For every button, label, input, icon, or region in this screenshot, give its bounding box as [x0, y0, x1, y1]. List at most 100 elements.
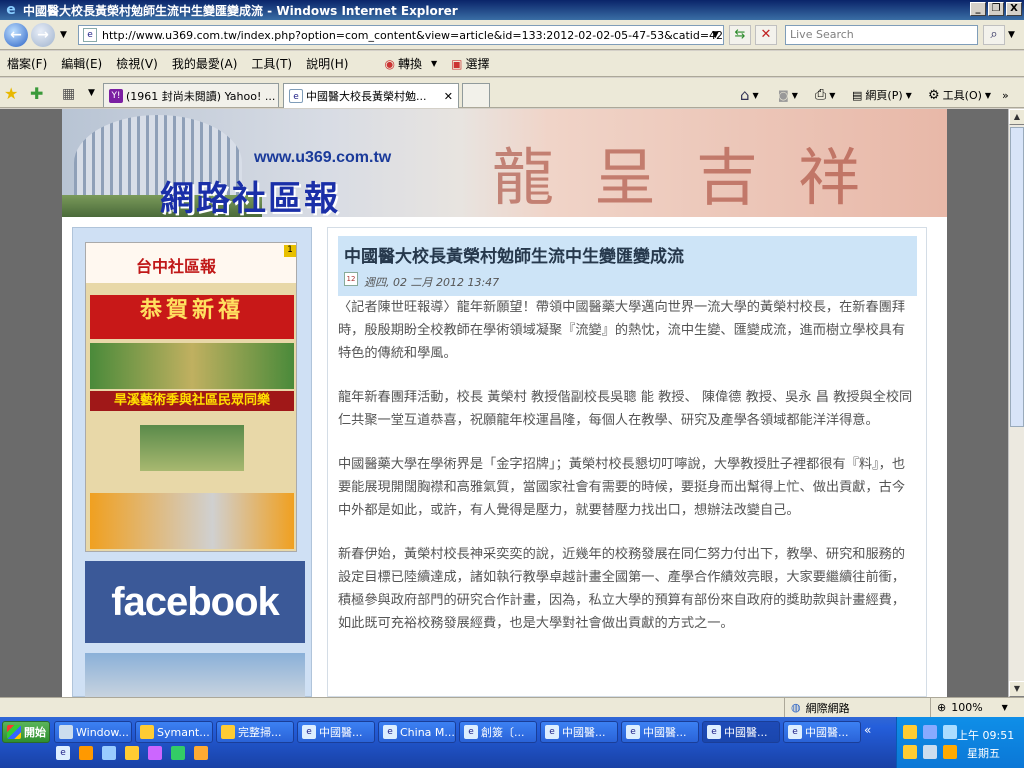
select-button[interactable]: ▣ 選擇 [444, 55, 496, 72]
refresh-button[interactable]: ⇆ [729, 25, 751, 45]
close-tab-icon[interactable]: ✕ [444, 90, 453, 103]
more-commands-icon[interactable]: » [1002, 85, 1009, 105]
feeds-button[interactable]: ◙ ▼ [778, 85, 798, 105]
security-icon[interactable] [903, 745, 917, 759]
menu-favorites[interactable]: 我的最愛(A) [165, 55, 245, 72]
printer-icon: ⎙ [815, 87, 827, 103]
convert-button[interactable]: ◉ 轉換 ▼ [377, 55, 444, 72]
search-input[interactable]: Live Search [785, 25, 978, 45]
tab-list-dropdown-icon[interactable]: ▼ [88, 88, 95, 98]
scroll-up-icon[interactable]: ▲ [1009, 109, 1024, 125]
article-paragraph: 中國醫藥大學在學術界是「金字招牌」；黃榮村校長懇切叮嚀說，大學教授肚子裡都很有『… [338, 457, 906, 518]
performance-photo [140, 425, 244, 471]
tools-menu-button[interactable]: ⚙ 工具(O) ▼ [928, 85, 991, 105]
taskbar-item[interactable]: 完整掃... [216, 721, 294, 743]
ie-icon: e [545, 725, 559, 739]
update-icon[interactable] [943, 745, 957, 759]
add-favorite-icon[interactable]: ✚ [30, 84, 43, 103]
print-button[interactable]: ⎙ ▼ [815, 85, 835, 105]
menu-view[interactable]: 檢視(V) [109, 55, 165, 72]
window-title-bar[interactable]: e 中國醫大校長黃榮村勉師生流中生變匯變成流 - Windows Interne… [0, 0, 1024, 20]
restore-button[interactable]: ❐ [988, 2, 1004, 16]
taskbar-overflow-icon[interactable]: « [864, 723, 894, 741]
input-method-icon[interactable] [923, 745, 937, 759]
new-tab-button[interactable] [462, 83, 490, 107]
taskbar-item[interactable]: e China M... [378, 721, 456, 743]
forward-arrow-icon: → [37, 27, 49, 43]
page-menu-label: 網頁(P) [865, 89, 903, 102]
messenger-icon[interactable] [125, 746, 139, 760]
search-button[interactable]: ⌕ [983, 25, 1005, 45]
site-url: www.u369.com.tw [254, 149, 392, 166]
stop-button[interactable]: ✕ [755, 25, 777, 45]
facebook-banner[interactable]: facebook [85, 561, 305, 643]
favorites-star-icon[interactable]: ★ [4, 84, 18, 103]
ads-strip [90, 493, 294, 549]
newspaper-cover[interactable]: 台中社區報 1 恭賀新禧 旱溪藝術季與社區民眾同樂 [85, 242, 297, 552]
select-icon: ▣ [451, 56, 463, 71]
minimize-button[interactable]: _ [970, 2, 986, 16]
address-field[interactable]: e http://www.u369.com.tw/index.php?optio… [78, 25, 724, 45]
app-shortcut-icon[interactable] [171, 746, 185, 760]
media-player-icon[interactable] [148, 746, 162, 760]
app-shortcut-icon[interactable] [194, 746, 208, 760]
taskbar-item[interactable]: Window... [54, 721, 132, 743]
tab-bar: ★ ✚ ▦ ▼ Y! (1961 封尚未閱讀) Yahoo! ... e 中國醫… [0, 78, 1024, 108]
taskbar-item-label: 中國醫... [724, 726, 768, 739]
taskbar-item-label: Window... [76, 725, 129, 739]
ie-icon: e [302, 725, 316, 739]
menu-help[interactable]: 說明(H) [299, 55, 355, 72]
site-banner[interactable]: www.u369.com.tw 網路社區報 龍呈吉祥 [62, 109, 947, 217]
taskbar-item[interactable]: e 中國醫... [540, 721, 618, 743]
taskbar-item-label: Symant... [157, 725, 210, 739]
shield-icon[interactable] [903, 725, 917, 739]
search-options-icon[interactable]: ▼ [1008, 30, 1015, 40]
taskbar-item-label: 中國醫... [643, 726, 687, 739]
menu-edit[interactable]: 編輯(E) [54, 55, 109, 72]
network-icon[interactable] [923, 725, 937, 739]
menu-file[interactable]: 檔案(F) [0, 55, 54, 72]
taskbar-item[interactable]: e 中國醫... [621, 721, 699, 743]
forward-button[interactable]: → [31, 23, 55, 47]
close-button[interactable]: X [1006, 2, 1022, 16]
ie-icon: e [626, 725, 640, 739]
home-button[interactable]: ⌂ ▼ [740, 85, 759, 105]
taskbar-item[interactable]: Symant... [135, 721, 213, 743]
ie-page-icon: e [289, 89, 303, 103]
ie-icon[interactable]: e [56, 746, 70, 760]
refresh-icon: ⇆ [734, 27, 746, 42]
security-zone[interactable]: ◍ 網際網路 [784, 698, 856, 717]
newspaper-headline: 旱溪藝術季與社區民眾同樂 [90, 391, 294, 411]
zoom-icon: ⊕ [937, 701, 947, 714]
tray-icons-row2 [903, 745, 960, 759]
start-label: 開始 [24, 726, 46, 739]
menu-tools[interactable]: 工具(T) [244, 55, 299, 72]
left-sidebar: 台中社區報 1 恭賀新禧 旱溪藝術季與社區民眾同樂 facebook [72, 227, 312, 697]
back-button[interactable]: ← [4, 23, 28, 47]
app-icon [59, 725, 73, 739]
desktop-icon[interactable] [102, 746, 116, 760]
tab-yahoo[interactable]: Y! (1961 封尚未閱讀) Yahoo! ... [103, 83, 279, 107]
scrollbar-thumb[interactable] [1010, 127, 1024, 427]
globe-icon: ◍ [791, 701, 801, 714]
shield-icon [140, 725, 154, 739]
vertical-scrollbar[interactable]: ▲ ▼ [1008, 109, 1024, 697]
history-dropdown-icon[interactable]: ▼ [60, 30, 67, 40]
zoom-control[interactable]: ⊕ 100% ▼ [930, 698, 1014, 717]
outlook-icon[interactable] [79, 746, 93, 760]
quick-tabs-icon[interactable]: ▦ [62, 86, 75, 102]
address-dropdown-icon[interactable]: ▼ [712, 30, 719, 40]
clock-time[interactable]: 上午 09:51 [957, 727, 1014, 743]
ie-icon: e [707, 725, 721, 739]
article-title[interactable]: 中國醫大校長黃榮村勉師生流中生變匯變成流 [344, 242, 684, 267]
taskbar-item-active[interactable]: e 中國醫... [702, 721, 780, 743]
taskbar-item[interactable]: e 中國醫... [297, 721, 375, 743]
sidebar-image[interactable] [85, 653, 305, 697]
start-button[interactable]: 開始 [2, 721, 50, 743]
page-menu-button[interactable]: ▤ 網頁(P) ▼ [852, 85, 912, 105]
volume-icon[interactable] [943, 725, 957, 739]
taskbar-item[interactable]: e 中國醫... [783, 721, 861, 743]
taskbar-item[interactable]: e 創簽〔... [459, 721, 537, 743]
tab-article[interactable]: e 中國醫大校長黃榮村勉... ✕ [283, 83, 459, 108]
scroll-down-icon[interactable]: ▼ [1009, 681, 1024, 697]
